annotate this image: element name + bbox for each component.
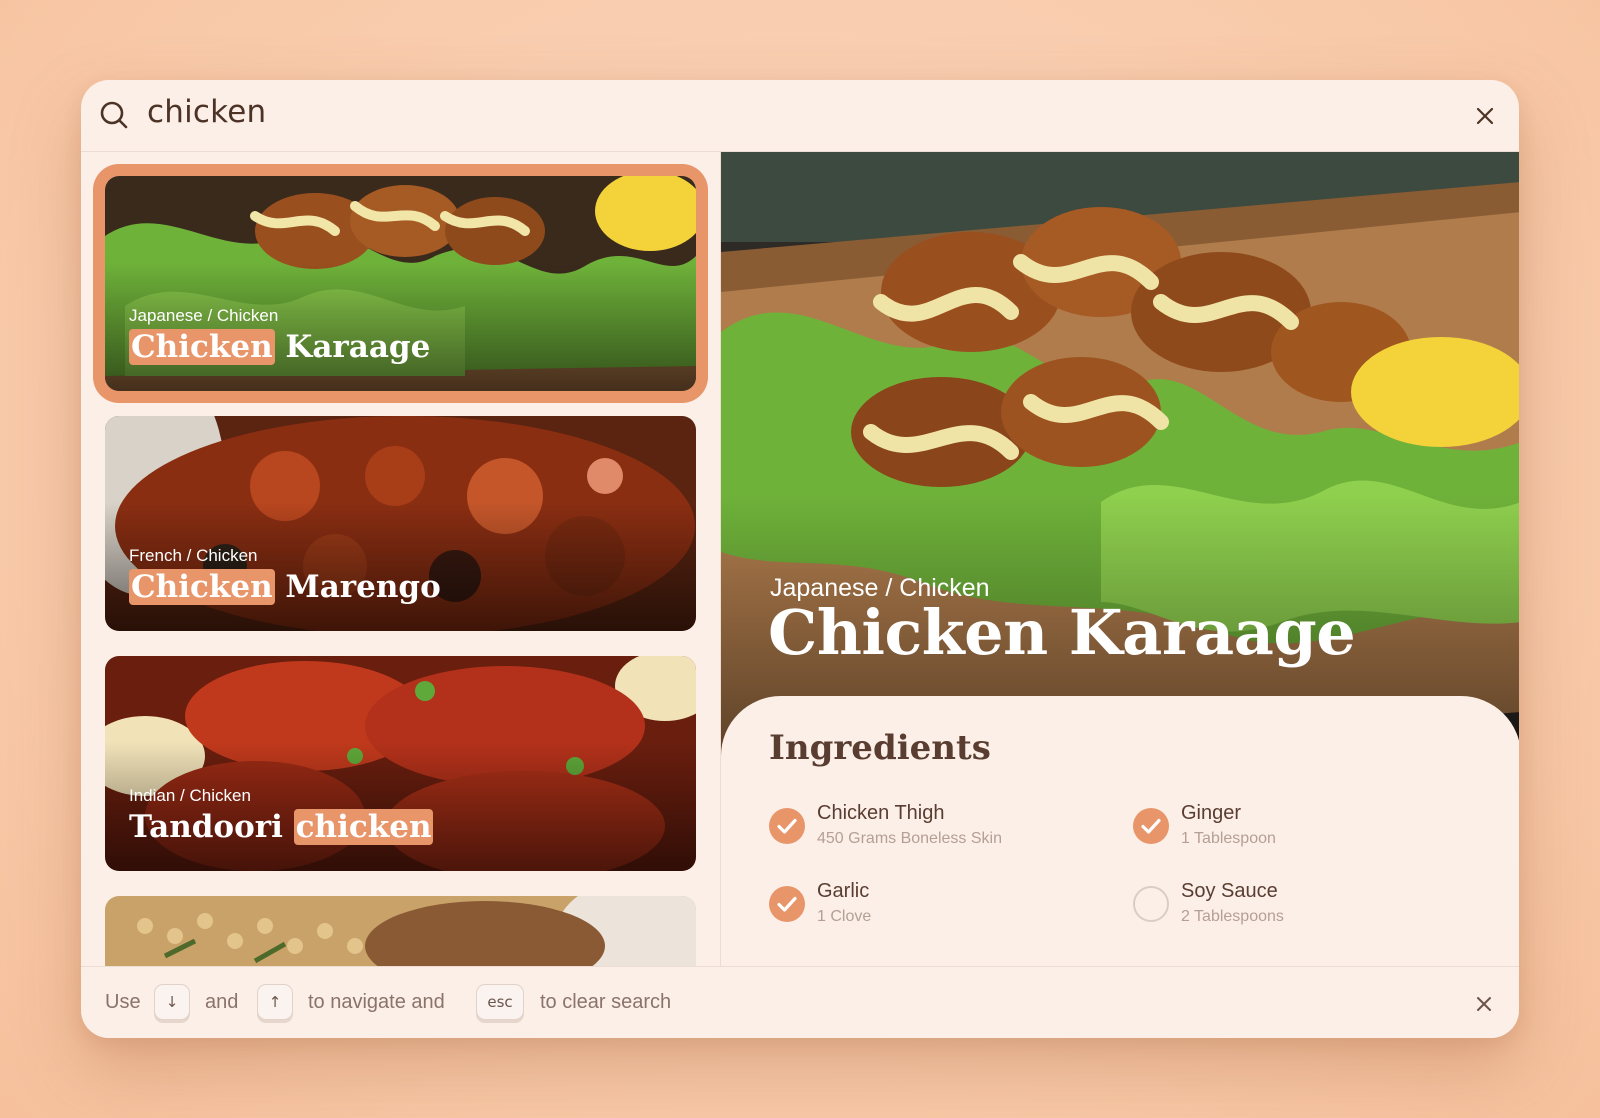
search-input[interactable]: chicken	[147, 94, 266, 130]
check-icon[interactable]	[769, 886, 805, 922]
hint-and: and	[205, 991, 239, 1013]
card-title: Tandoori chicken	[129, 809, 434, 845]
ingredient-name: Soy Sauce	[1181, 880, 1278, 902]
ingredients-panel: Ingredients Chicken Thigh 450 Grams Bone…	[721, 696, 1519, 966]
ingredient-item[interactable]: Garlic 1 Clove	[769, 880, 1099, 940]
ingredient-qty: 450 Grams Boneless Skin	[817, 830, 1002, 847]
ingredients-heading: Ingredients	[769, 728, 991, 768]
search-icon	[100, 101, 128, 129]
result-card-tandoori-chicken[interactable]: Indian / Chicken Tandoori chicken	[105, 656, 696, 871]
title-highlight: Chicken	[129, 329, 275, 365]
recipe-detail: Japanese / Chicken Chicken Karaage Ingre…	[720, 152, 1519, 966]
hero-photo	[721, 152, 1519, 772]
check-icon[interactable]	[769, 808, 805, 844]
ingredient-item[interactable]: Soy Sauce 2 Tablespoons	[1133, 880, 1463, 940]
ingredient-item[interactable]: Ginger 1 Tablespoon	[1133, 802, 1463, 862]
detail-title: Chicken Karaage	[768, 596, 1356, 669]
title-pre: Tandoori	[129, 809, 294, 845]
esc-key: esc	[476, 984, 524, 1020]
ingredient-qty: 1 Clove	[817, 908, 872, 925]
result-card-chicken-marengo[interactable]: French / Chicken Chicken Marengo	[105, 416, 696, 631]
hint-navigate: to navigate and	[308, 991, 445, 1013]
card-category: French / Chicken	[129, 546, 258, 565]
ingredient-name: Ginger	[1181, 802, 1242, 824]
couscous-photo	[105, 896, 696, 966]
close-icon[interactable]	[1475, 995, 1493, 1013]
card-category: Indian / Chicken	[129, 786, 251, 805]
result-card-chicken-karaage[interactable]: Japanese / Chicken Chicken Karaage	[105, 176, 696, 391]
title-highlight: chicken	[293, 809, 434, 845]
title-rest: Marengo	[274, 569, 441, 605]
recipe-search-window: chicken Japanese / Chicken Chicken Karaa…	[81, 80, 1519, 1038]
down-arrow-key: ↓	[154, 984, 190, 1020]
title-rest: Karaage	[274, 329, 431, 365]
ingredient-qty: 1 Tablespoon	[1181, 830, 1276, 847]
footer-hint-bar: Use ↓ and ↑ to navigate and esc to clear…	[81, 966, 1519, 1038]
card-category: Japanese / Chicken	[129, 306, 279, 325]
close-icon[interactable]	[1473, 104, 1497, 128]
ingredient-qty: 2 Tablespoons	[1181, 908, 1284, 925]
card-title: Chicken Marengo	[129, 569, 441, 605]
ingredient-item[interactable]: Chicken Thigh 450 Grams Boneless Skin	[769, 802, 1099, 862]
check-icon[interactable]	[1133, 808, 1169, 844]
hint-clear: to clear search	[540, 991, 672, 1013]
ingredient-name: Garlic	[817, 880, 870, 902]
unchecked-circle-icon[interactable]	[1133, 886, 1169, 922]
result-card-partial[interactable]	[105, 896, 696, 966]
hint-use: Use	[105, 991, 141, 1013]
title-highlight: Chicken	[129, 569, 275, 605]
ingredient-name: Chicken Thigh	[817, 802, 945, 824]
card-title: Chicken Karaage	[129, 329, 430, 365]
up-arrow-key: ↑	[257, 984, 293, 1020]
results-list: Japanese / Chicken Chicken Karaage Frenc…	[81, 152, 720, 966]
search-bar: chicken	[81, 80, 1519, 152]
